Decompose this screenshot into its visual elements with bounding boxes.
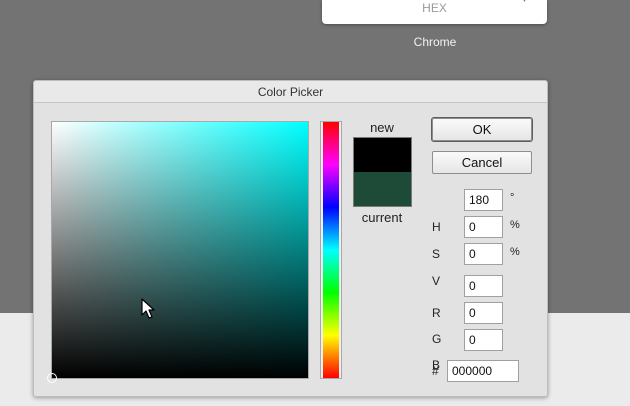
s-label: S: [432, 247, 441, 261]
color-picker-dialog: Color Picker new current OK Cancel 180 °…: [33, 80, 548, 397]
hex-hash-label: #: [432, 364, 439, 378]
hue-spectrum[interactable]: [323, 122, 339, 378]
s-percent-unit: %: [510, 246, 520, 258]
saturation-value-field[interactable]: [47, 121, 309, 383]
color-swatches: [353, 137, 412, 207]
hex-format-label: HEX: [422, 1, 447, 15]
new-color-label: new: [370, 120, 394, 135]
dialog-title[interactable]: Color Picker: [34, 81, 547, 103]
current-color-swatch[interactable]: [354, 172, 411, 206]
g-input[interactable]: 0: [464, 329, 503, 351]
field-marker[interactable]: [47, 373, 57, 383]
color-format-card: ▾ HEX: [322, 0, 547, 24]
r-label: R: [432, 306, 441, 320]
h-label: H: [432, 220, 441, 234]
ok-button[interactable]: OK: [432, 118, 532, 141]
v-label: V: [432, 274, 441, 288]
current-color-label: current: [361, 210, 403, 225]
h-percent-unit: %: [510, 219, 520, 231]
h-input[interactable]: 0: [464, 216, 503, 238]
cancel-button[interactable]: Cancel: [432, 151, 532, 174]
g-label: G: [432, 332, 442, 346]
v-input[interactable]: 0: [464, 275, 503, 297]
r-input[interactable]: 0: [464, 302, 503, 324]
new-color-swatch: [354, 138, 411, 172]
hue-degree-input[interactable]: 180: [464, 189, 503, 211]
browser-label: Chrome: [413, 35, 457, 49]
degree-unit: °: [510, 192, 515, 204]
hue-slider[interactable]: [320, 121, 342, 379]
mouse-pointer-icon: [141, 298, 155, 319]
hex-input[interactable]: 000000: [447, 360, 519, 382]
s-input[interactable]: 0: [464, 243, 503, 265]
